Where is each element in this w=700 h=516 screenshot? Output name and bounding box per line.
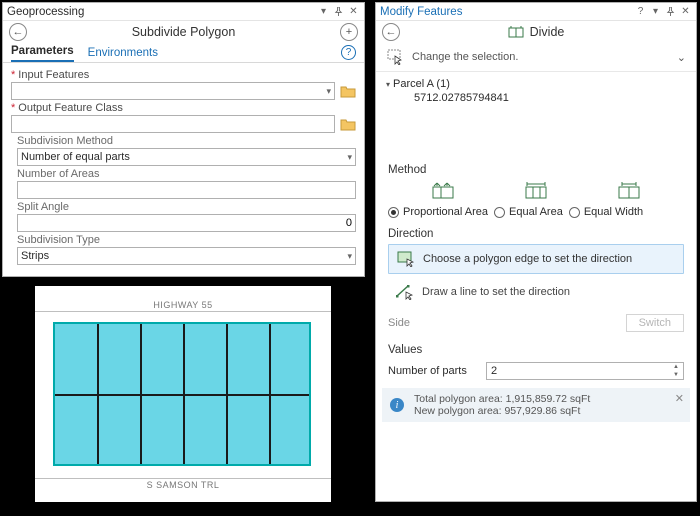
tree-child-row[interactable]: 5712.02785794841 [386, 92, 686, 104]
tree-parent-label: Parcel A (1) [393, 78, 450, 90]
help-icon[interactable]: ? [634, 6, 647, 17]
geop-title: Geoprocessing [7, 6, 84, 18]
switch-button[interactable]: Switch [626, 314, 684, 332]
num-parts-label: Number of parts [388, 365, 478, 377]
equal-area-icon [525, 181, 547, 199]
chevron-down-icon: ⌄ [677, 51, 686, 64]
subdiv-type-value: Strips [21, 250, 49, 262]
output-fc-input[interactable] [11, 115, 335, 133]
browse-folder-icon[interactable] [340, 84, 356, 98]
info-line-1: Total polygon area: 1,915,859.72 sqFt [414, 393, 590, 405]
add-button[interactable]: + [340, 23, 358, 41]
output-fc-label: Output Feature Class [11, 102, 356, 114]
side-row: Side Switch [376, 306, 696, 340]
subdiv-method-select[interactable]: Number of equal parts ▾ [17, 148, 356, 166]
radio-icon [388, 207, 399, 218]
choose-edge-button[interactable]: Choose a polygon edge to set the directi… [388, 244, 684, 274]
spin-down-icon[interactable]: ▼ [670, 371, 682, 379]
modify-titlebar: Modify Features ? ▾ ✕ [376, 3, 696, 21]
collapse-icon[interactable]: ▾ [386, 80, 390, 89]
close-icon[interactable]: ✕ [675, 392, 684, 405]
close-icon[interactable]: ✕ [679, 6, 692, 17]
close-icon[interactable]: ✕ [347, 6, 360, 17]
opt-equal-area[interactable]: Equal Area [494, 206, 563, 218]
map-preview: HIGHWAY 55 S SAMSON TRL [35, 286, 331, 502]
input-features-label: Input Features [11, 69, 356, 81]
change-selection-row[interactable]: Change the selection. ⌄ [376, 43, 696, 72]
geop-tabs: Parameters Environments ? [3, 43, 364, 63]
subdiv-method-label: Subdivision Method [17, 135, 356, 147]
num-parts-value: 2 [491, 365, 497, 377]
num-areas-input[interactable] [17, 181, 356, 199]
back-button[interactable]: ← [382, 23, 400, 41]
road-line [35, 478, 331, 479]
choose-edge-icon [397, 251, 415, 267]
modify-title: Modify Features [380, 6, 462, 18]
help-icon[interactable]: ? [341, 45, 356, 60]
draw-line-button[interactable]: Draw a line to set the direction [388, 278, 684, 306]
modify-tool-name: Divide [530, 25, 565, 39]
num-areas-label: Number of Areas [17, 168, 356, 180]
selection-tree: ▾ Parcel A (1) 5712.02785794841 [376, 72, 696, 160]
divide-icon [508, 25, 524, 39]
bottom-road-label: S SAMSON TRL [35, 480, 331, 490]
opt-equal-width[interactable]: Equal Width [569, 206, 643, 218]
chevron-down-icon[interactable]: ▾ [649, 6, 662, 17]
chevron-down-icon: ▾ [347, 251, 352, 262]
method-icons [376, 178, 696, 202]
values-section-label: Values [376, 340, 696, 358]
radio-icon [494, 207, 505, 218]
change-selection-label: Change the selection. [412, 51, 518, 63]
parcel-polygon [53, 322, 311, 466]
split-angle-input[interactable] [17, 214, 356, 232]
num-parts-input[interactable]: 2 ▲▼ [486, 362, 684, 380]
info-line-2: New polygon area: 957,929.86 sqFt [414, 405, 590, 417]
geop-form: Input Features ▾ Output Feature Class Su… [3, 63, 364, 271]
choose-edge-label: Choose a polygon edge to set the directi… [423, 253, 632, 265]
input-features-select[interactable]: ▾ [11, 82, 335, 100]
browse-folder-icon[interactable] [340, 117, 356, 131]
info-icon: i [390, 398, 404, 412]
radio-icon [569, 207, 580, 218]
method-options: Proportional Area Equal Area Equal Width [376, 202, 696, 224]
proportional-area-icon [432, 181, 454, 199]
top-road-label: HIGHWAY 55 [35, 300, 331, 310]
chevron-down-icon: ▾ [347, 152, 352, 163]
tab-environments[interactable]: Environments [88, 47, 158, 62]
method-section-label: Method [376, 160, 696, 178]
geop-nav: ← Subdivide Polygon + [3, 21, 364, 43]
side-label: Side [388, 317, 410, 329]
opt-proportional-area[interactable]: Proportional Area [388, 206, 488, 218]
subdiv-method-value: Number of equal parts [21, 151, 130, 163]
chevron-down-icon: ▾ [326, 86, 331, 97]
draw-line-label: Draw a line to set the direction [422, 286, 570, 298]
modify-panel: Modify Features ? ▾ ✕ ← Divide Change th… [375, 2, 697, 502]
spin-up-icon[interactable]: ▲ [670, 363, 682, 371]
tree-child-label: 5712.02785794841 [414, 92, 509, 104]
direction-section-label: Direction [376, 224, 696, 242]
subdiv-type-label: Subdivision Type [17, 234, 356, 246]
back-button[interactable]: ← [9, 23, 27, 41]
geoprocessing-panel: Geoprocessing ▾ ✕ ← Subdivide Polygon + … [2, 2, 365, 277]
tree-parent-row[interactable]: ▾ Parcel A (1) [386, 78, 686, 90]
draw-line-icon [396, 284, 414, 300]
modify-nav: ← Divide [376, 21, 696, 43]
pin-icon[interactable] [664, 7, 677, 16]
split-angle-label: Split Angle [17, 201, 356, 213]
tool-name: Subdivide Polygon [27, 25, 340, 39]
num-parts-row: Number of parts 2 ▲▼ [376, 358, 696, 384]
selection-cursor-icon [386, 49, 404, 65]
geop-titlebar: Geoprocessing ▾ ✕ [3, 3, 364, 21]
chevron-down-icon[interactable]: ▾ [317, 6, 330, 17]
tab-parameters[interactable]: Parameters [11, 45, 74, 62]
road-line [35, 311, 331, 312]
subdiv-type-select[interactable]: Strips ▾ [17, 247, 356, 265]
equal-width-icon [618, 181, 640, 199]
pin-icon[interactable] [332, 7, 345, 16]
info-box: i Total polygon area: 1,915,859.72 sqFt … [382, 388, 690, 422]
